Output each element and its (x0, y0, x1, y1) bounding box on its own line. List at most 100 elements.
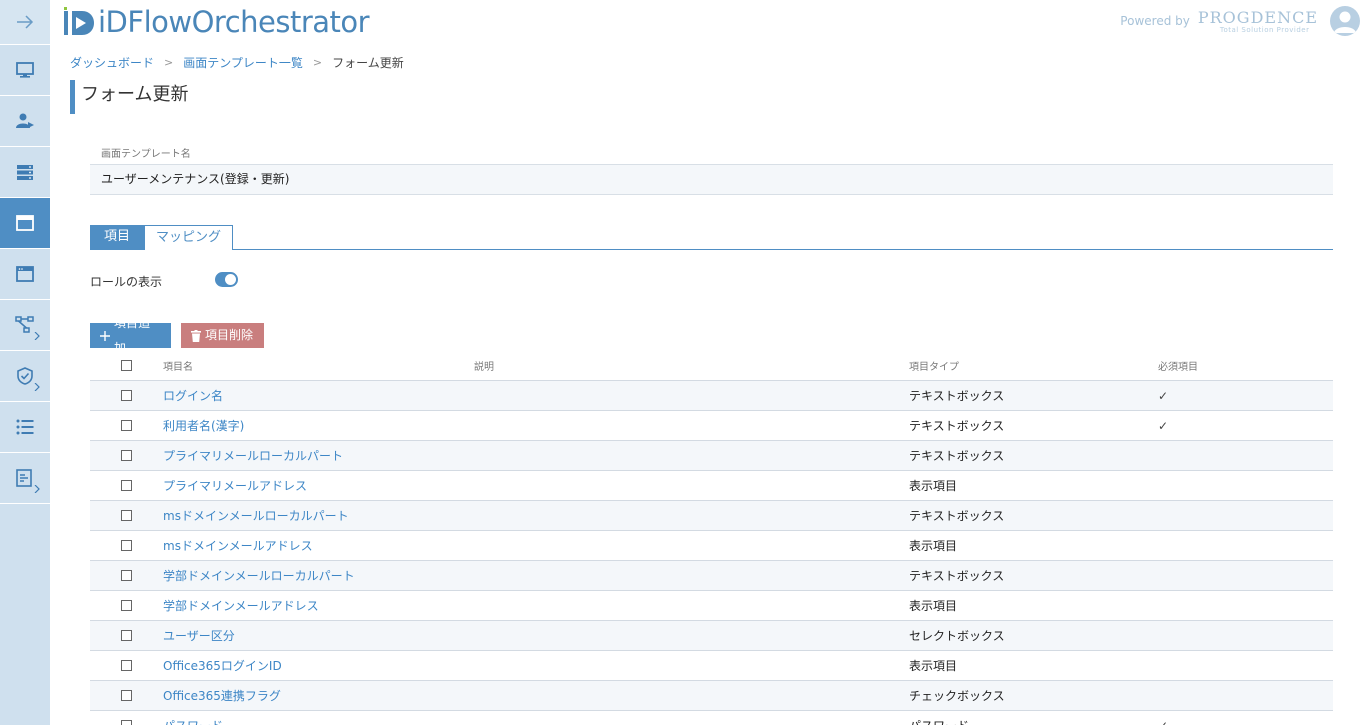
brand-tag: Total Solution Provider (1219, 26, 1310, 34)
row-checkbox[interactable] (121, 660, 132, 671)
table-row[interactable]: 学部ドメインメールアドレス 表示項目 (90, 591, 1333, 621)
row-name[interactable]: プライマリメールローカルパート (163, 447, 474, 464)
row-name[interactable]: 学部ドメインメールアドレス (163, 597, 474, 614)
add-item-button[interactable]: 項目追加 (90, 316, 171, 355)
table-row[interactable]: 学部ドメインメールローカルパート テキストボックス (90, 561, 1333, 591)
sidebar-item-servers[interactable] (0, 147, 50, 198)
header-type[interactable]: 項目タイプ (909, 358, 1158, 373)
row-checkbox[interactable] (121, 510, 132, 521)
row-checkbox[interactable] (121, 540, 132, 551)
row-name[interactable]: 利用者名(漢字) (163, 417, 474, 434)
row-checkbox-cell (90, 660, 163, 671)
row-type: チェックボックス (909, 689, 1005, 703)
row-checkbox-cell (90, 690, 163, 701)
row-required: ✓ (1158, 418, 1169, 433)
select-all-checkbox[interactable] (121, 360, 132, 371)
sidebar-item-forms[interactable] (0, 249, 50, 300)
arrow-right-icon (17, 15, 34, 29)
row-name[interactable]: プライマリメールアドレス (163, 477, 474, 494)
row-checkbox[interactable] (121, 450, 132, 461)
browser-icon (16, 266, 34, 282)
table-row[interactable]: ログイン名 テキストボックス ✓ (90, 381, 1333, 411)
sidebar (0, 0, 50, 725)
breadcrumb-separator-icon: > (312, 56, 323, 69)
app-title: iDFlowOrchestrator (98, 5, 370, 39)
table-row[interactable]: Office365ログインID 表示項目 (90, 651, 1333, 681)
delete-item-button[interactable]: 項目削除 (181, 323, 264, 348)
monitor-icon (16, 62, 34, 78)
brand-logo: PROGDENCE Total Solution Provider (1198, 9, 1318, 34)
row-name[interactable]: 学部ドメインメールローカルパート (163, 567, 474, 584)
sidebar-item-settings[interactable] (0, 453, 50, 504)
header-required[interactable]: 必須項目 (1158, 358, 1333, 373)
sidebar-item-dashboard[interactable] (0, 45, 50, 96)
user-icon (1334, 11, 1356, 33)
tab-items[interactable]: 項目 (90, 225, 144, 250)
sidebar-toggle-button[interactable] (0, 0, 50, 45)
tab-bar: 項目 マッピング (90, 225, 1333, 250)
row-checkbox[interactable] (121, 690, 132, 701)
table-row[interactable]: プライマリメールアドレス 表示項目 (90, 471, 1333, 501)
row-checkbox-cell (90, 630, 163, 641)
app-logo[interactable]: iDFlowOrchestrator (62, 4, 370, 40)
sidebar-item-screen-templates[interactable] (0, 198, 50, 249)
table-row[interactable]: ユーザー区分 セレクトボックス (90, 621, 1333, 651)
breadcrumb-dashboard[interactable]: ダッシュボード (70, 54, 154, 71)
row-name[interactable]: Office365ログインID (163, 657, 474, 674)
row-type: テキストボックス (909, 389, 1005, 403)
trash-icon (191, 329, 201, 342)
row-checkbox[interactable] (121, 600, 132, 611)
row-name[interactable]: Office365連携フラグ (163, 687, 474, 704)
table-row[interactable]: msドメインメールローカルパート テキストボックス (90, 501, 1333, 531)
brand-name: PROGDENCE (1197, 8, 1318, 27)
row-type: 表示項目 (909, 539, 958, 553)
chevron-right-icon (34, 332, 40, 340)
powered-label: Powered by (1120, 14, 1190, 28)
row-checkbox-cell (90, 540, 163, 551)
row-name[interactable]: ログイン名 (163, 387, 474, 404)
row-checkbox[interactable] (121, 630, 132, 641)
avatar[interactable] (1330, 6, 1360, 36)
page-title: フォーム更新 (70, 80, 188, 114)
template-name-value: ユーザーメンテナンス(登録・更新) (90, 164, 1333, 195)
header-name[interactable]: 項目名 (163, 358, 474, 373)
plus-icon (100, 330, 110, 341)
table-row[interactable]: プライマリメールローカルパート テキストボックス (90, 441, 1333, 471)
breadcrumb-separator-icon: > (164, 56, 174, 69)
server-icon (17, 165, 33, 180)
table-row[interactable]: msドメインメールアドレス 表示項目 (90, 531, 1333, 561)
row-type: パスワード (909, 717, 1158, 725)
role-display-toggle[interactable] (215, 272, 238, 287)
row-type: 表示項目 (909, 599, 958, 613)
tab-mapping[interactable]: マッピング (144, 225, 233, 250)
row-name[interactable]: msドメインメールローカルパート (163, 507, 474, 524)
table-row[interactable]: パスワード パスワード ✓ (90, 711, 1333, 725)
row-checkbox-cell (90, 720, 163, 725)
table-row[interactable]: Office365連携フラグ チェックボックス (90, 681, 1333, 711)
row-checkbox[interactable] (121, 570, 132, 581)
logo-mark-icon (64, 7, 94, 35)
breadcrumb-current: フォーム更新 (332, 56, 404, 70)
row-checkbox-cell (90, 600, 163, 611)
table-row[interactable]: 利用者名(漢字) テキストボックス ✓ (90, 411, 1333, 441)
sidebar-item-users[interactable] (0, 96, 50, 147)
sidebar-item-workflow[interactable] (0, 300, 50, 351)
row-type: セレクトボックス (909, 629, 1005, 643)
row-type: テキストボックス (909, 569, 1005, 583)
header-description[interactable]: 説明 (474, 358, 909, 373)
sidebar-item-security[interactable] (0, 351, 50, 402)
row-name[interactable]: ユーザー区分 (163, 627, 474, 644)
items-table: 項目名 説明 項目タイプ 必須項目 ログイン名 テキストボックス ✓ 利用者名(… (90, 351, 1333, 725)
row-type: 表示項目 (909, 659, 958, 673)
sidebar-item-list[interactable] (0, 402, 50, 453)
breadcrumb-template-list[interactable]: 画面テンプレート一覧 (183, 54, 303, 71)
row-name[interactable]: パスワード (163, 717, 474, 725)
row-checkbox[interactable] (121, 390, 132, 401)
role-display-label: ロールの表示 (90, 275, 163, 289)
row-checkbox[interactable] (121, 420, 132, 431)
user-share-icon (16, 113, 34, 128)
document-edit-icon (16, 469, 32, 487)
row-checkbox[interactable] (121, 720, 132, 725)
row-checkbox[interactable] (121, 480, 132, 491)
row-name[interactable]: msドメインメールアドレス (163, 537, 474, 554)
